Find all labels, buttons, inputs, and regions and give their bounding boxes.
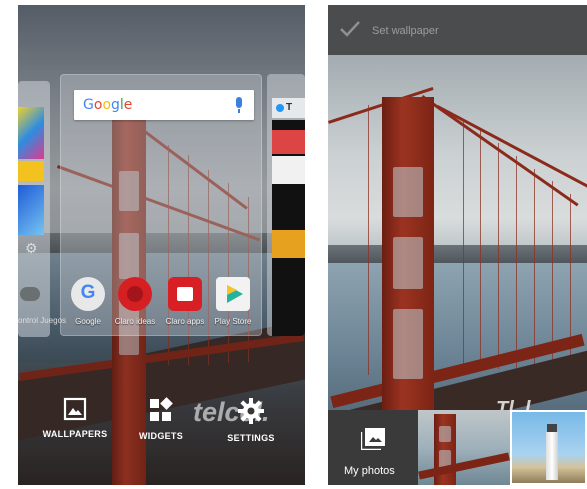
page-settings-icon[interactable]: ⚙ [25, 240, 38, 257]
check-icon[interactable] [339, 20, 361, 38]
partial-app-label: ontrol Juegos [18, 316, 67, 325]
app-label: Claro apps [165, 317, 205, 326]
home-page-right-preview[interactable]: T [267, 74, 305, 336]
claro-apps-icon [168, 277, 202, 311]
settings-icon [238, 398, 264, 424]
my-photos-label: My photos [344, 465, 395, 477]
widgets-label: WIDGETS [138, 431, 184, 441]
settings-label: SETTINGS [227, 433, 275, 443]
google-search-widget[interactable]: Google [74, 90, 254, 120]
widgets-button[interactable]: WIDGETS [121, 397, 201, 441]
wallpaper-header: Set wallpaper [328, 5, 587, 55]
wallpaper-tray: My photos [328, 410, 587, 485]
app-label: Play Store [214, 317, 252, 326]
set-wallpaper-button[interactable]: Set wallpaper [372, 25, 439, 37]
wallpaper-picker-panel: Set wallpaper Tl..l My photos [328, 5, 587, 485]
app-claro-ideas[interactable]: Claro ideas [113, 277, 157, 326]
photos-icon [361, 428, 385, 450]
google-logo: Google [83, 97, 133, 113]
preview-title: T [286, 102, 293, 113]
wallpaper-preview [328, 55, 587, 410]
mic-icon[interactable] [236, 97, 242, 113]
wallpapers-button[interactable]: WALLPAPERS [35, 397, 115, 439]
wallpaper-thumb-lighthouse[interactable] [510, 410, 587, 485]
google-icon: G [71, 277, 105, 311]
my-photos-button[interactable]: My photos [328, 410, 418, 485]
wallpaper-thumb-bridge[interactable] [418, 410, 510, 485]
app-google[interactable]: G Google [66, 277, 110, 326]
app-play-store[interactable]: Play Store [211, 277, 255, 326]
app-claro-apps[interactable]: Claro apps [163, 277, 207, 326]
widgets-icon [150, 397, 173, 421]
claro-ideas-icon [118, 277, 152, 311]
wallpaper-icon [63, 397, 87, 421]
settings-button[interactable]: SETTINGS [211, 397, 291, 443]
play-store-icon [216, 277, 250, 311]
home-overview-panel: ⚙ ontrol Juegos Google G Google Claro id… [18, 5, 305, 485]
bridge-tower [382, 97, 434, 410]
gamepad-icon[interactable] [20, 287, 40, 301]
app-label: Claro ideas [114, 317, 156, 326]
app-label: Google [75, 317, 101, 326]
wallpapers-label: WALLPAPERS [42, 429, 108, 439]
